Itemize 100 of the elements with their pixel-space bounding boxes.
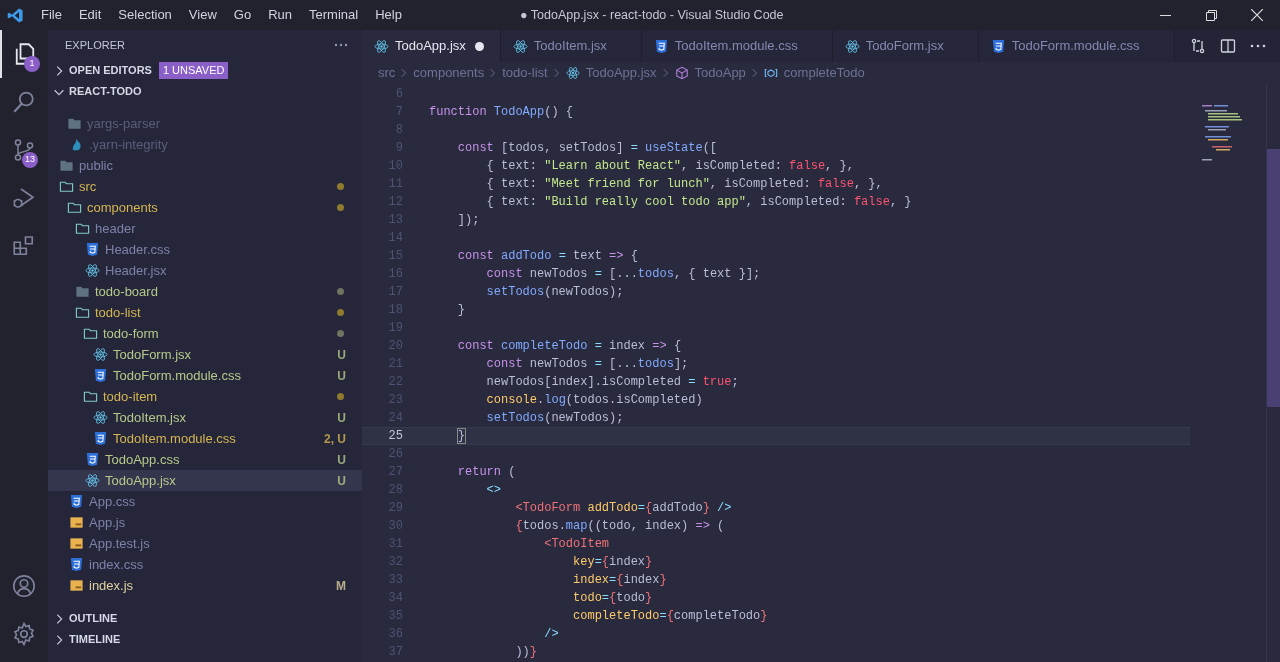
code-line: todo={todo} [572,590,653,607]
folder-icon [83,389,98,404]
file-name: components [87,198,159,217]
menu-item[interactable]: Run [260,5,300,25]
folder-icon [75,305,90,320]
code-line: <TodoForm addTodo={addTodo} /> [514,500,732,517]
file-name: TodoItem.jsx [113,408,187,427]
css-file-icon [69,557,84,572]
folder-icon [75,284,90,299]
folder-icon [59,179,74,194]
code-line: } [456,302,465,319]
scrollbar-thumb[interactable] [1267,149,1280,407]
code-line: { text: "Meet friend for lunch", isCompleted: false, }, [485,176,883,193]
code-line: { text: "Learn about React", isCompleted: false, }, [485,158,854,175]
menu-item[interactable]: Selection [110,5,180,25]
code-line: {todos.map((todo, index) => ( [514,518,725,535]
react-icon [93,347,108,362]
code-line: setTodos(newTodos); [485,284,624,301]
code-line: index={index} [572,572,667,589]
split-editor-icon[interactable] [1220,38,1236,54]
editor-tab[interactable]: TodoItem.module.css [641,30,833,62]
more-icon[interactable] [334,43,348,47]
code-line: const completeTodo = index => { [456,338,682,355]
menu-item[interactable]: Terminal [301,5,367,25]
folder-icon [67,200,82,215]
code-line: function TodoApp() { [429,104,574,121]
react-icon [565,66,580,80]
file-name: header [95,219,137,238]
code-line: return ( [456,464,516,481]
files-icon[interactable] [13,42,37,66]
css-file-icon [93,431,108,446]
file-name: todo-form [103,324,160,343]
menu-item[interactable]: View [180,5,225,25]
file-name: App.test.js [89,534,151,553]
file-name: App.js [89,513,127,532]
section-header[interactable]: REACT-TODO [69,83,142,100]
menu-item[interactable]: File [33,5,70,25]
code-line: newTodos[index].isCompleted = true; [485,374,739,391]
compare-icon[interactable] [1190,38,1206,54]
file-name: src [79,177,98,196]
account-icon[interactable] [12,574,36,598]
settings-icon[interactable] [12,622,36,646]
file-name: public [79,156,114,175]
file-name: todo-list [95,303,142,322]
file-name: todo-item [103,387,159,406]
folder-icon [75,221,90,236]
scrollbar[interactable] [1266,84,1280,662]
menu-item[interactable]: Help [367,5,410,25]
react-icon [844,38,860,54]
variable-icon [763,66,778,80]
file-name: TodoApp.css [105,450,181,469]
git-status: U [337,472,346,490]
menu-item[interactable]: Edit [70,5,110,25]
editor-tab[interactable]: TodoForm.module.css [978,30,1175,62]
cube-icon [674,66,689,80]
menu-item[interactable]: Go [225,5,260,25]
sidebar-title: EXPLORER [65,37,125,53]
file-name: yargs-parser [87,114,161,133]
code-line: const addTodo = text => { [456,248,638,265]
code-line: const newTodos = [...todos, { text }]; [485,266,761,283]
git-status: U [337,367,346,385]
section-header[interactable]: OUTLINE [69,610,118,627]
file-name: TodoApp.jsx [105,471,177,490]
editor-tab[interactable]: TodoItem.jsx [500,30,642,62]
code-line: } [456,428,465,445]
code-line: setTodos(newTodos); [485,410,624,427]
file-name: App.css [89,492,137,511]
code-line: console.log(todos.isCompleted) [485,392,703,409]
git-status: U [337,409,346,427]
branch-icon[interactable] [12,138,36,162]
code-line: ))} [514,644,538,661]
js-file-icon [69,578,84,593]
restore-icon [1205,9,1217,21]
section-header[interactable]: OPEN EDITORS [69,62,152,79]
code-line: /> [543,626,559,643]
search-icon[interactable] [12,90,36,114]
file-name: Header.css [105,240,172,259]
react-icon [85,473,100,488]
file-name: index.css [89,555,145,574]
more-icon[interactable] [1250,44,1266,48]
extensions-icon[interactable] [12,234,36,258]
js-file-icon [69,515,84,530]
css-file-icon [93,368,108,383]
run-debug-icon[interactable] [12,186,36,210]
git-status: M [336,577,346,595]
file-name: Header.jsx [105,261,168,280]
editor-tab[interactable]: TodoForm.jsx [832,30,979,62]
code-line: const newTodos = [...todos]; [485,356,689,373]
tree-item[interactable]: TodoApp.jsx U [48,470,362,491]
code-line: ]); [456,212,480,229]
css-file-icon [653,38,669,54]
react-icon [374,38,389,54]
section-header[interactable]: TIMELINE [69,631,121,648]
js-file-icon [69,536,84,551]
file-name: todo-board [95,282,159,301]
code-line: completeTodo={completeTodo} [572,608,768,625]
editor-tab[interactable]: TodoApp.jsx [362,30,501,62]
file-name: .yarn-integrity [89,135,169,154]
code-line: <> [485,482,501,499]
react-icon [85,263,100,278]
